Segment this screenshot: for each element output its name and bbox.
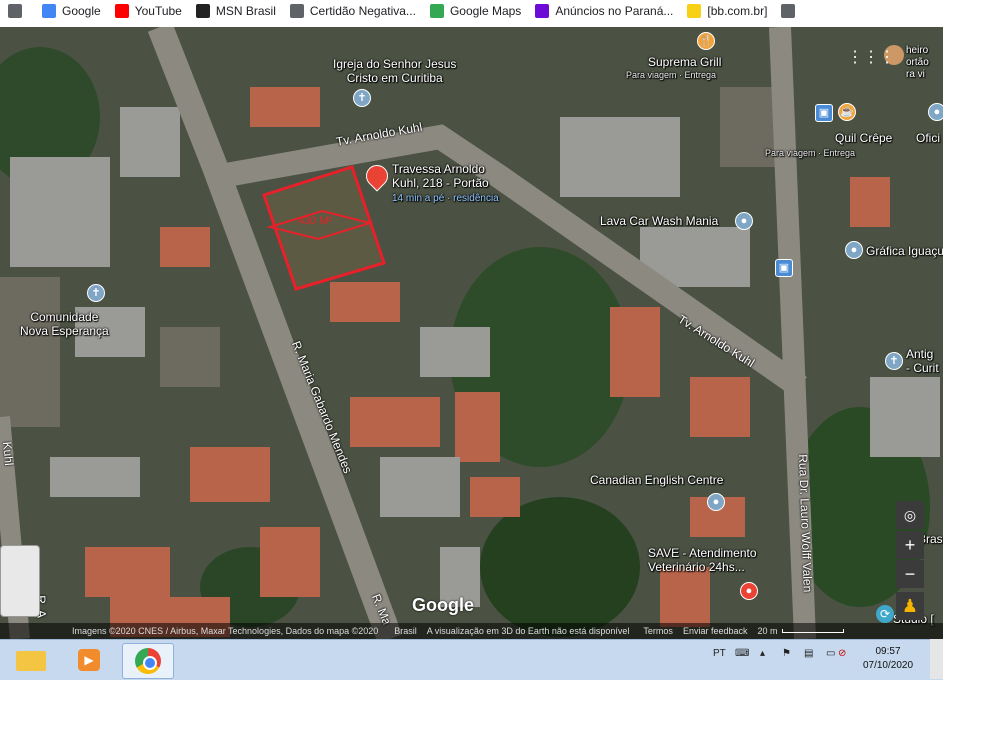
maps-pin-icon [429, 4, 444, 18]
chrome-icon [135, 648, 161, 674]
place-quil-label[interactable]: Quil Crêpe [835, 131, 892, 145]
restaurant-pin-icon[interactable]: ☕ [838, 103, 856, 121]
place-ofic-label[interactable]: Ofici [916, 131, 940, 145]
play-icon: ▶ [78, 649, 100, 671]
clock[interactable]: 09:57 07/10/2020 [858, 645, 918, 673]
msn-icon [195, 4, 210, 18]
bus-stop-icon[interactable]: ▣ [815, 104, 833, 122]
place-comunidade-label[interactable]: Comunidade Nova Esperança [20, 310, 109, 338]
globe-icon [781, 4, 796, 18]
zoom-in-button[interactable]: + [896, 531, 924, 559]
scale-bar [781, 629, 844, 633]
earth-notice: A visualização em 3D do Earth não está d… [426, 626, 630, 636]
battery-icon[interactable]: ▭ [826, 648, 835, 659]
apps-grid-icon[interactable]: ⋮⋮⋮ [847, 47, 895, 67]
folder-icon [16, 651, 46, 671]
bookmark-item[interactable]: YouTube [114, 4, 182, 18]
shop-pin-icon[interactable]: ● [928, 103, 943, 121]
terms-link[interactable]: Termos [643, 626, 673, 636]
my-location-icon[interactable]: ◎ [896, 501, 924, 529]
volume-muted-icon[interactable]: ⊘ [838, 648, 846, 659]
media-player-button[interactable]: ▶ [64, 643, 114, 677]
place-igreja-label[interactable]: Igreja do Senhor Jesus Cristo em Curitib… [333, 57, 456, 85]
bookmark-item[interactable]: Anúncios no Paraná... [535, 4, 673, 18]
bookmark-label: YouTube [134, 4, 182, 18]
bookmark-item[interactable]: MSN Brasil [195, 4, 276, 18]
google-icon [42, 4, 56, 18]
bookmarks-bar: Google YouTube MSN Brasil Certidão Negativa… [0, 0, 1000, 22]
tray-expand-icon[interactable]: ▴ [760, 648, 765, 659]
bookmark-label: Google Maps [449, 4, 522, 18]
app-grid-icon [8, 4, 22, 18]
bookmark-item[interactable]: [bb.com.br] [687, 4, 767, 18]
bookmark-item[interactable]: Google [42, 4, 101, 18]
place-grafica-label[interactable]: Gráfica Iguaçu [866, 244, 943, 258]
bookmark-item[interactable]: Certidão Negativa... [289, 4, 416, 18]
windows-taskbar: ▶ PT ⌨ ▴ ⚑ ▤ ▭ ⊘ 09:57 07/10/2020 [0, 639, 943, 680]
place-suprema-sub: Para viagem · Entrega [626, 70, 717, 80]
bookmark-label: Certidão Negativa... [309, 4, 416, 18]
street-view-pegman-icon[interactable]: ♟ [896, 592, 924, 620]
church-pin-icon[interactable]: ✝ [885, 352, 903, 370]
bookmark-label: [bb.com.br] [707, 4, 768, 18]
map-footer: Imagens ©2020 CNES / Airbus, Maxar Techn… [0, 623, 943, 639]
bookmark-item[interactable] [781, 4, 801, 18]
bookmark-label: MSN Brasil [215, 4, 276, 18]
place-quil-sub: Para viagem · Entrega [765, 148, 856, 158]
satellite-map[interactable]: Igreja do Senhor Jesus Cristo em Curitib… [0, 27, 943, 639]
place-antiga-label[interactable]: Antig - Curit [906, 347, 939, 375]
layer-toggle-button[interactable] [0, 545, 40, 617]
olx-icon [535, 4, 550, 18]
chrome-button[interactable] [122, 643, 174, 679]
imagery-credit: Imagens ©2020 CNES / Airbus, Maxar Techn… [72, 626, 379, 636]
clock-time: 09:57 [875, 646, 901, 657]
church-pin-icon[interactable]: ✝ [87, 284, 105, 302]
place-travessa-sub: 14 min a pé · residência [392, 193, 499, 204]
youtube-icon [114, 4, 129, 18]
keyboard-icon[interactable]: ⌨ [735, 648, 749, 659]
zoom-out-button[interactable]: − [896, 560, 924, 588]
bus-stop-icon[interactable]: ▣ [775, 259, 793, 277]
lot-area-label: 430 M² [298, 215, 333, 227]
place-save-label[interactable]: SAVE - Atendimento Veterinário 24hs... [648, 546, 757, 574]
scale-label: 20 m [757, 626, 778, 636]
bookmark-item[interactable]: Google Maps [429, 4, 522, 18]
church-pin-icon[interactable]: ✝ [353, 89, 371, 107]
place-cheiro-label[interactable]: heiro ortão ra vi [906, 45, 929, 81]
country-label[interactable]: Brasil [394, 626, 417, 636]
vertical-scrollbar[interactable] [930, 639, 943, 679]
file-explorer-button[interactable] [6, 643, 56, 677]
place-suprema-label[interactable]: Suprema Grill [648, 55, 721, 69]
place-travessa-label[interactable]: Travessa Arnoldo Kuhl, 218 - Portão [392, 162, 489, 190]
road-label-left-kuhl: Kuhl [0, 441, 17, 467]
clock-date: 07/10/2020 [862, 660, 914, 671]
feedback-link[interactable]: Enviar feedback [683, 626, 748, 636]
place-lava-label[interactable]: Lava Car Wash Mania [600, 214, 718, 228]
language-indicator[interactable]: PT [713, 648, 726, 659]
shop-pin-icon[interactable]: ● [735, 212, 753, 230]
bookmark-label: Google [62, 4, 101, 18]
globe-icon [289, 4, 304, 18]
earth-view-icon[interactable]: ⟳ [876, 605, 894, 623]
flag-icon[interactable]: ⚑ [782, 648, 791, 659]
bookmark-label: Anúncios no Paraná... [555, 4, 674, 18]
shop-pin-icon[interactable]: ● [845, 241, 863, 259]
vet-pin-icon[interactable]: ● [740, 582, 758, 600]
bb-icon [687, 4, 702, 18]
bookmark-item[interactable] [8, 4, 28, 18]
network-icon[interactable]: ▤ [804, 648, 813, 659]
restaurant-pin-icon[interactable]: 🍴 [697, 32, 715, 50]
google-logo: Google [412, 595, 474, 615]
school-pin-icon[interactable]: ● [707, 493, 725, 511]
place-canadian-label[interactable]: Canadian English Centre [590, 473, 723, 487]
